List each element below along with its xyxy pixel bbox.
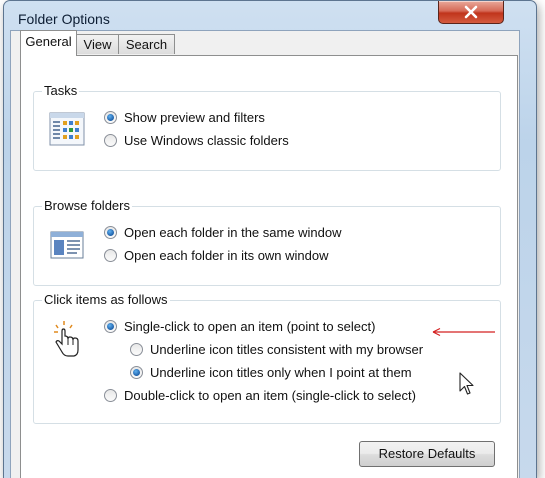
underline-browser-label: Underline icon titles consistent with my… [150,342,424,357]
own-window-label: Open each folder in its own window [124,248,329,263]
tab-general[interactable]: General [20,30,77,56]
tab-search[interactable]: Search [118,34,175,54]
click-items-group-label: Click items as follows [42,292,170,308]
click-items-group: Click items as follows Single-click to o… [33,292,501,424]
close-icon [464,5,478,19]
tab-view[interactable]: View [76,34,119,54]
own-window-radio[interactable] [104,249,117,262]
show-preview-radio[interactable] [104,111,117,124]
annotation-arrow-icon [432,327,495,337]
same-window-radio[interactable] [104,226,117,239]
double-click-radio[interactable] [104,389,117,402]
same-window-label: Open each folder in the same window [124,225,342,240]
underline-point-radio[interactable] [130,366,143,379]
classic-folders-radio[interactable] [104,134,117,147]
browse-folders-group-label: Browse folders [42,198,132,214]
title-bar[interactable]: Folder Options [4,1,536,31]
browse-folders-group: Browse folders Open each folder in the s… [33,198,501,286]
hand-pointer-icon [54,321,79,357]
underline-browser-radio[interactable] [130,343,143,356]
show-preview-label: Show preview and filters [124,110,265,125]
window-title: Folder Options [18,11,110,27]
close-button[interactable] [438,1,504,24]
classic-folders-label: Use Windows classic folders [124,133,289,148]
double-click-label: Double-click to open an item (single-cli… [124,388,416,403]
tasks-group: Tasks Show preview and filters Use Windo… [33,83,501,171]
single-click-radio[interactable] [104,320,117,333]
single-click-label: Single-click to open an item (point to s… [124,319,376,334]
tasks-group-label: Tasks [42,83,80,99]
restore-defaults-button[interactable]: Restore Defaults [359,441,495,467]
window-icon [50,231,84,259]
underline-point-label: Underline icon titles only when I point … [150,365,412,380]
preview-pane-icon [49,112,85,146]
general-tab-page: Tasks Show preview and filters Use Windo… [20,55,518,478]
mouse-cursor-icon [459,372,474,395]
